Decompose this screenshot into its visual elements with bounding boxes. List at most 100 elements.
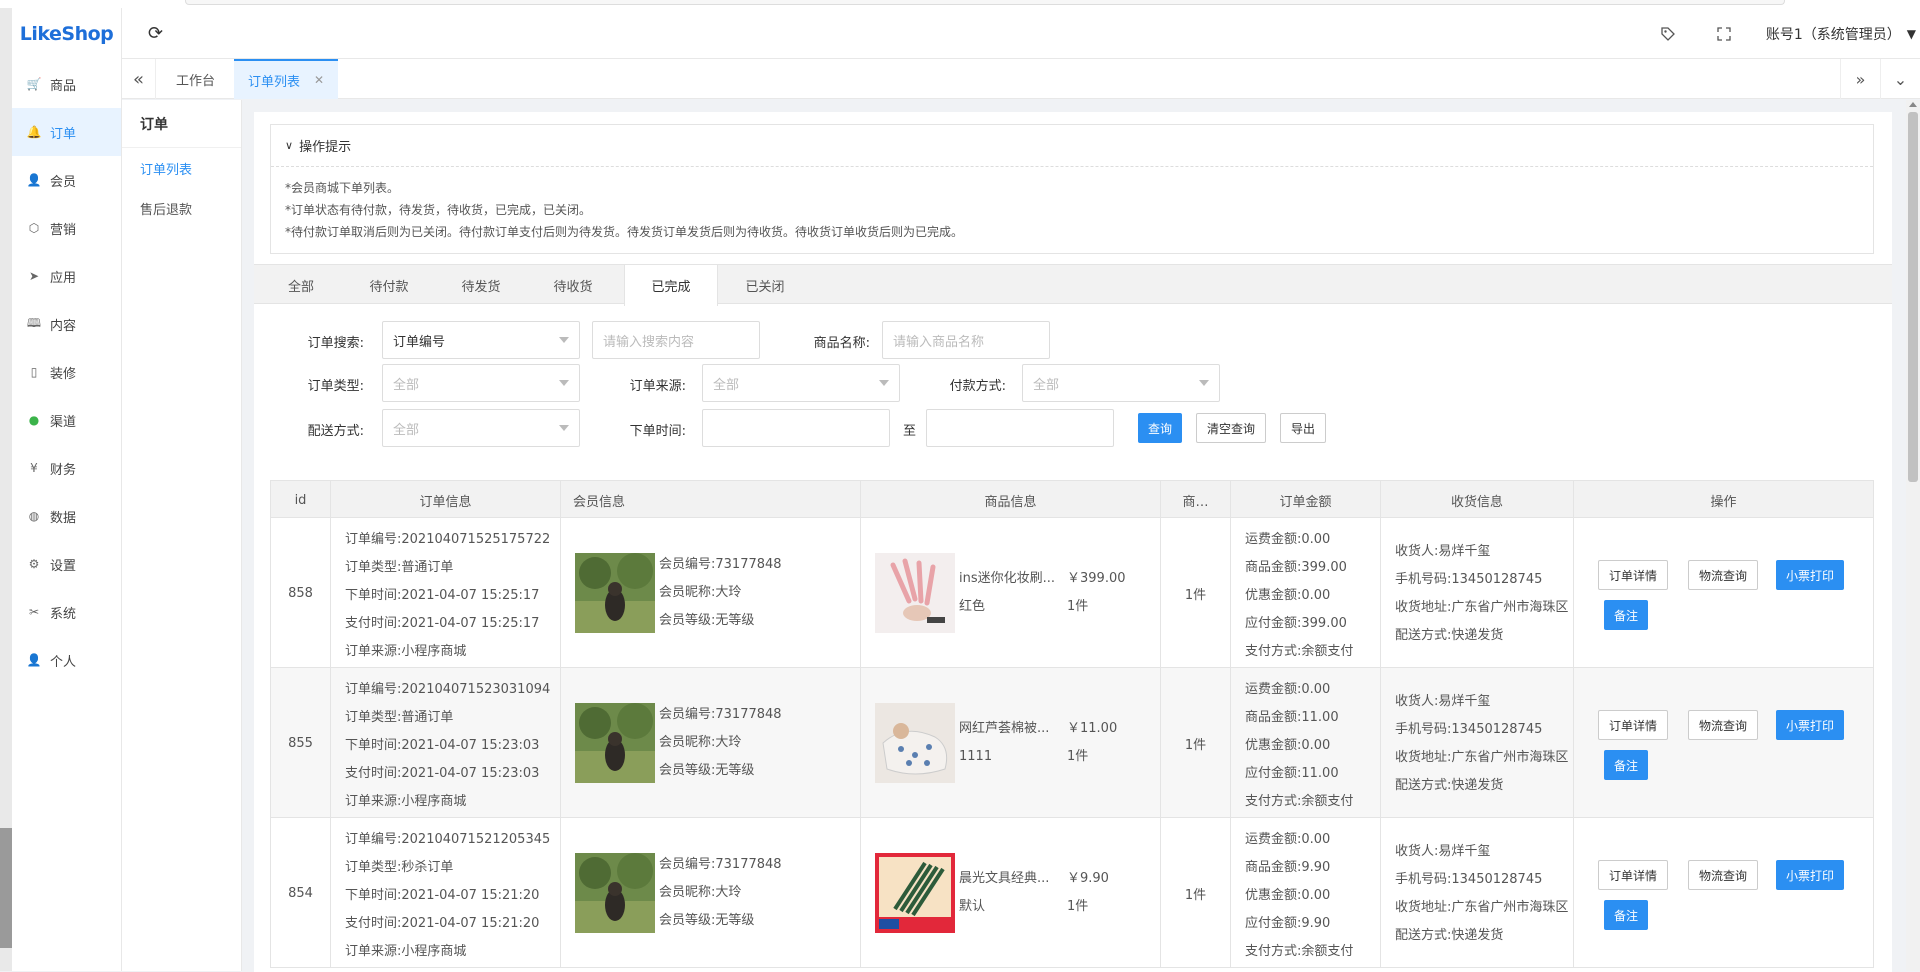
print-receipt-button[interactable]: 小票打印 [1776, 710, 1844, 740]
cell-goods-info: 网红芦荟棉被... 1111 ￥11.00 1件 [861, 668, 1161, 818]
tab-label: 订单列表 [248, 74, 301, 90]
cell-actions: 订单详情 物流查询 小票打印备注 [1574, 818, 1873, 968]
order-type-select[interactable]: 全部 [382, 364, 580, 402]
sidebar-item-2[interactable]: 👤 会员 [12, 156, 121, 204]
order-info-line: 下单时间:2021-04-07 15:23:03 [345, 738, 540, 753]
tip-line: *订单状态有待付款，待发货，待收货，已完成，已关闭。 [285, 203, 592, 217]
tab-workbench[interactable]: 工作台 [162, 59, 229, 99]
search-input[interactable]: 请输入搜索内容 [592, 321, 760, 359]
order-source-select[interactable]: 全部 [702, 364, 900, 402]
tips-panel: ∨ 操作提示 *会员商城下单列表。 *订单状态有待付款，待发货，待收货，已完成，已… [270, 124, 1874, 254]
status-tab-pending-ship[interactable]: 待发货 [436, 265, 526, 305]
amount-line: 运费金额:0.00 [1245, 682, 1331, 697]
pay-method-select[interactable]: 全部 [1022, 364, 1220, 402]
member-info-line: 会员编号:73177848 [659, 857, 782, 872]
sidebar-item-3[interactable]: ⬡ 营销 [12, 204, 121, 252]
cell-order-info: 订单编号:202104071525175722 订单类型:普通订单 下单时间:202… [331, 518, 561, 668]
status-tab-pending-receive[interactable]: 待收货 [528, 265, 618, 305]
book-icon: 🕮 [26, 315, 42, 330]
order-detail-button[interactable]: 订单详情 [1598, 710, 1668, 740]
export-button[interactable]: 导出 [1280, 413, 1326, 443]
end-date-input[interactable] [926, 409, 1114, 447]
select-value: 全部 [393, 422, 420, 438]
cart-icon: 🛒 [26, 77, 42, 91]
member-info-line: 会员昵称:大玲 [659, 885, 742, 900]
goods-count: 1件 [1184, 587, 1207, 603]
delivery-select[interactable]: 全部 [382, 409, 580, 447]
order-search-label: 订单搜索: [307, 336, 364, 351]
order-id: 855 [288, 735, 313, 751]
caret-down-icon [559, 380, 569, 386]
caret-down-icon[interactable]: ▼ [1907, 27, 1920, 41]
tag-icon[interactable] [1640, 26, 1696, 42]
status-tab-completed[interactable]: 已完成 [624, 265, 718, 306]
sidebar-item-10[interactable]: ⚙ 设置 [12, 540, 121, 588]
sidebar-item-label: 设置 [50, 558, 77, 574]
account-name[interactable]: 账号1（系统管理员） [1752, 24, 1907, 44]
goods-image [875, 853, 955, 933]
sidebar-item-5[interactable]: 🕮 内容 [12, 300, 121, 348]
sub-item-after-sale[interactable]: 售后退款 [122, 188, 241, 228]
logo[interactable]: LikeShop [12, 8, 121, 60]
remark-button[interactable]: 备注 [1604, 750, 1648, 780]
caret-down-icon [1199, 380, 1209, 386]
order-info-line: 订单类型:普通订单 [345, 560, 454, 575]
order-detail-button[interactable]: 订单详情 [1598, 860, 1668, 890]
goods-name-input[interactable]: 请输入商品名称 [882, 321, 1050, 359]
order-search-select[interactable]: 订单编号 [382, 321, 580, 359]
status-tab-pending-pay[interactable]: 待付款 [344, 265, 434, 305]
goods-price: ￥399.00 [1067, 571, 1126, 586]
scroll-tabs-right-icon[interactable]: » [1840, 59, 1880, 99]
address-bar[interactable] [185, 0, 1785, 5]
cell-goods-count: 1件 [1161, 668, 1231, 818]
vertical-scrollbar[interactable] [1906, 100, 1920, 971]
query-button[interactable]: 查询 [1138, 413, 1182, 443]
logistics-query-button[interactable]: 物流查询 [1688, 710, 1758, 740]
sub-item-order-list[interactable]: 订单列表 [122, 148, 241, 188]
logistics-query-button[interactable]: 物流查询 [1688, 560, 1758, 590]
sidebar-item-label: 个人 [50, 654, 77, 670]
start-date-input[interactable] [702, 409, 890, 447]
sidebar-item-12[interactable]: 👤 个人 [12, 636, 121, 684]
order-info-line: 支付时间:2021-04-07 15:23:03 [345, 766, 540, 781]
tips-toggle[interactable]: ∨ 操作提示 [271, 125, 1873, 167]
logistics-query-button[interactable]: 物流查询 [1688, 860, 1758, 890]
status-tab-closed[interactable]: 已关闭 [720, 265, 810, 305]
amount-line: 运费金额:0.00 [1245, 832, 1331, 847]
scrollbar-thumb[interactable] [1908, 112, 1918, 482]
goods-count: 1件 [1184, 737, 1207, 753]
close-icon[interactable]: ✕ [314, 73, 324, 87]
col-id: id [271, 481, 331, 519]
collapse-left-icon[interactable]: « [122, 59, 156, 99]
scroll-up-icon[interactable] [1909, 102, 1917, 107]
fullscreen-icon[interactable] [1696, 26, 1752, 41]
sidebar-item-8[interactable]: ¥ 财务 [12, 444, 121, 492]
goods-spec: 默认 [959, 899, 986, 914]
user-icon: 👤 [26, 173, 42, 187]
remark-button[interactable]: 备注 [1604, 900, 1648, 930]
print-receipt-button[interactable]: 小票打印 [1776, 560, 1844, 590]
sidebar-item-6[interactable]: ▯ 装修 [12, 348, 121, 396]
remark-button[interactable]: 备注 [1604, 600, 1648, 630]
clear-query-button[interactable]: 清空查询 [1196, 413, 1266, 443]
print-receipt-button[interactable]: 小票打印 [1776, 860, 1844, 890]
refresh-icon[interactable]: ⟳ [148, 23, 163, 44]
sidebar-item-0[interactable]: 🛒 商品 [12, 60, 121, 108]
globe-icon: ◍ [28, 509, 40, 523]
order-info-line: 下单时间:2021-04-07 15:25:17 [345, 588, 540, 603]
status-tab-all[interactable]: 全部 [266, 265, 336, 305]
cell-id: 858 [271, 518, 331, 668]
tab-order-list[interactable]: 订单列表 ✕ [234, 59, 339, 99]
chevron-down-icon[interactable]: ⌄ [1880, 59, 1920, 99]
sidebar-item-4[interactable]: ➤ 应用 [12, 252, 121, 300]
order-detail-button[interactable]: 订单详情 [1598, 560, 1668, 590]
sidebar-item-9[interactable]: ◍ 数据 [12, 492, 121, 540]
amount-line: 商品金额:11.00 [1245, 710, 1339, 725]
col-receiver-info: 收货信息 [1381, 481, 1574, 519]
goods-price: ￥9.90 [1067, 871, 1109, 886]
order-info-line: 支付时间:2021-04-07 15:25:17 [345, 616, 540, 631]
order-info-line: 支付时间:2021-04-07 15:21:20 [345, 916, 540, 931]
sidebar-item-11[interactable]: ✂ 系统 [12, 588, 121, 636]
sidebar-item-1[interactable]: 🔔 订单 [12, 108, 121, 156]
sidebar-item-7[interactable]: ● 渠道 [12, 396, 121, 444]
